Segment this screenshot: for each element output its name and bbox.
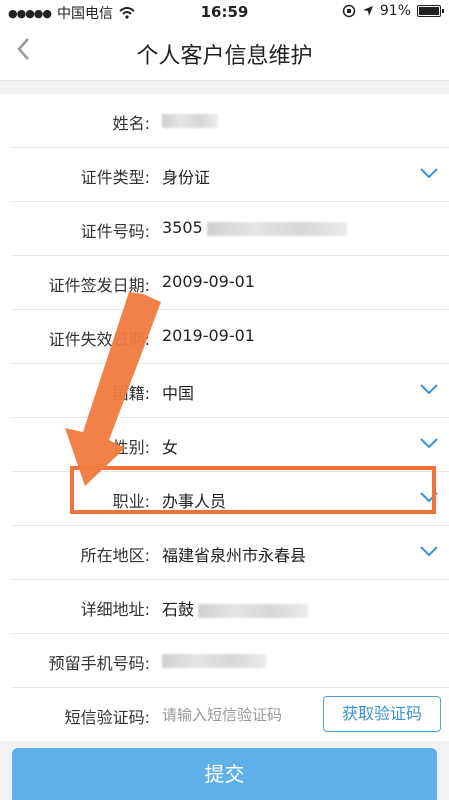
- rotation-lock-icon: [342, 4, 356, 18]
- name-label: 姓名:: [112, 114, 150, 133]
- region-value: 福建省泉州市永春县: [162, 546, 307, 565]
- nationality-value: 中国: [162, 384, 195, 403]
- battery-icon: [417, 5, 444, 17]
- get-code-button[interactable]: 获取验证码: [323, 696, 441, 732]
- submit-button[interactable]: 提交: [12, 748, 437, 800]
- name-value: [162, 110, 218, 129]
- navigation-bar: 个人客户信息维护: [0, 24, 449, 81]
- chevron-down-icon: [420, 168, 438, 179]
- issue-date-value: 2009-09-01: [162, 272, 255, 291]
- page-title: 个人客户信息维护: [136, 44, 313, 69]
- id-type-label: 证件类型:: [80, 168, 150, 187]
- address-prefix: 石鼓: [162, 600, 195, 619]
- redacted-block: [162, 113, 218, 128]
- location-icon: [362, 6, 373, 16]
- address-label: 详细地址:: [80, 600, 150, 619]
- sms-code-input[interactable]: 请输入短信验证码: [162, 704, 282, 725]
- expiry-date-value: 2019-09-01: [162, 326, 255, 345]
- phone-value: [162, 650, 266, 669]
- status-right: 91%: [342, 3, 444, 19]
- id-number-value: 3505: [162, 218, 347, 237]
- row-id-type[interactable]: 证件类型: 身份证: [12, 148, 449, 202]
- row-phone[interactable]: 预留手机号码:: [12, 634, 449, 688]
- id-number-label: 证件号码:: [80, 222, 150, 241]
- chevron-down-icon: [420, 546, 438, 557]
- status-bar: ●●●●● 中国电信 16:59 91%: [0, 0, 449, 24]
- redacted-block: [206, 221, 347, 236]
- row-id-number[interactable]: 证件号码: 3505: [12, 202, 449, 256]
- address-value: 石鼓: [162, 596, 309, 620]
- id-number-prefix: 3505: [162, 218, 203, 237]
- arrow-annotation-icon: [65, 292, 161, 486]
- row-address[interactable]: 详细地址: 石鼓: [12, 580, 449, 634]
- phone-label: 预留手机号码:: [48, 654, 150, 673]
- redacted-block: [162, 653, 266, 668]
- chevron-down-icon: [420, 438, 438, 449]
- region-label: 所在地区:: [80, 546, 150, 565]
- sms-code-label: 短信验证码:: [64, 708, 150, 727]
- row-name[interactable]: 姓名:: [12, 94, 449, 148]
- chevron-down-icon: [420, 384, 438, 395]
- redacted-block: [198, 603, 309, 618]
- battery-percent: 91%: [379, 3, 411, 19]
- id-type-value: 身份证: [162, 168, 211, 187]
- row-region[interactable]: 所在地区: 福建省泉州市永春县: [12, 526, 449, 580]
- row-sms-code: 短信验证码: 请输入短信验证码 获取验证码: [12, 688, 449, 741]
